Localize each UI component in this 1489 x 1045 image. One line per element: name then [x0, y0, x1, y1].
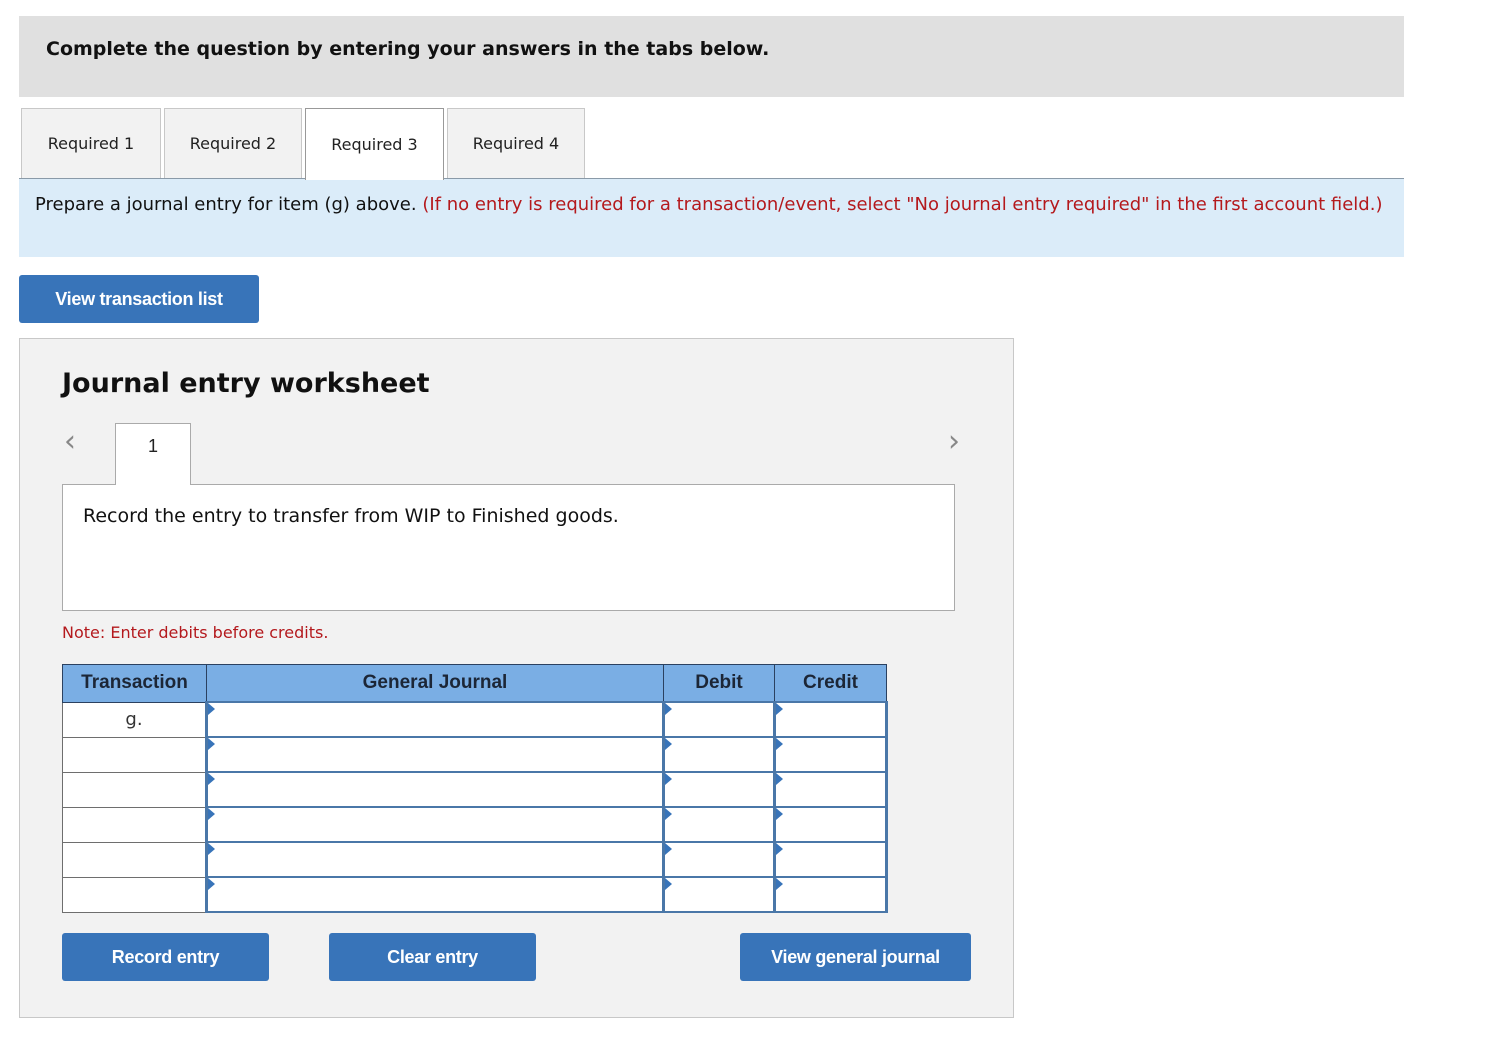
credit-input-cell	[773, 771, 888, 808]
cell-marker-icon	[208, 843, 215, 855]
cell-marker-icon	[776, 773, 783, 785]
account-input[interactable]	[208, 773, 662, 806]
debit-input-cell	[662, 806, 776, 843]
table-row: g.	[62, 701, 888, 738]
tab-required-2[interactable]: Required 2	[164, 108, 302, 178]
account-input[interactable]	[208, 878, 662, 911]
credit-input[interactable]	[776, 773, 885, 806]
cell-marker-icon	[208, 738, 215, 750]
account-input-cell	[205, 771, 665, 808]
account-input[interactable]	[208, 738, 662, 771]
credit-input-cell	[773, 736, 888, 773]
worksheet-title: Journal entry worksheet	[62, 368, 430, 399]
debit-input-cell	[662, 736, 776, 773]
account-input-cell	[205, 701, 665, 738]
cell-marker-icon	[776, 703, 783, 715]
debit-input[interactable]	[665, 843, 773, 876]
table-header-row: Transaction General Journal Debit Credit	[62, 664, 887, 703]
header-credit: Credit	[774, 664, 887, 703]
credit-input[interactable]	[776, 703, 885, 736]
debits-note: Note: Enter debits before credits.	[62, 623, 329, 642]
cell-marker-icon	[665, 843, 672, 855]
view-transaction-list-button[interactable]: View transaction list	[19, 275, 259, 323]
cell-marker-icon	[665, 703, 672, 715]
account-input-cell	[205, 841, 665, 878]
account-input-cell	[205, 806, 665, 843]
clear-entry-button[interactable]: Clear entry	[329, 933, 536, 981]
debit-input-cell	[662, 701, 776, 738]
debit-input[interactable]	[665, 738, 773, 771]
question-header: Complete the question by entering your a…	[19, 16, 1404, 97]
transaction-cell	[62, 841, 207, 878]
debit-input[interactable]	[665, 703, 773, 736]
cell-marker-icon	[665, 878, 672, 890]
cell-marker-icon	[665, 738, 672, 750]
debit-input[interactable]	[665, 773, 773, 806]
account-input-cell	[205, 736, 665, 773]
chevron-left-icon[interactable]: ‹	[64, 427, 76, 457]
table-row	[62, 841, 888, 878]
debit-input[interactable]	[665, 878, 773, 911]
cell-marker-icon	[665, 808, 672, 820]
cell-marker-icon	[208, 878, 215, 890]
entry-tab-1[interactable]: 1	[115, 423, 191, 485]
transaction-cell	[62, 736, 207, 773]
instructions-note: (If no entry is required for a transacti…	[422, 194, 1383, 215]
record-entry-button[interactable]: Record entry	[62, 933, 269, 981]
transaction-cell: g.	[62, 701, 207, 738]
debit-input-cell	[662, 841, 776, 878]
header-title: Complete the question by entering your a…	[46, 38, 770, 60]
credit-input[interactable]	[776, 878, 885, 911]
cell-marker-icon	[776, 808, 783, 820]
account-input-cell	[205, 876, 665, 913]
credit-input[interactable]	[776, 843, 885, 876]
credit-input[interactable]	[776, 738, 885, 771]
table-row	[62, 771, 888, 808]
cell-marker-icon	[208, 773, 215, 785]
cell-marker-icon	[776, 843, 783, 855]
credit-input-cell	[773, 876, 888, 913]
entry-description: Record the entry to transfer from WIP to…	[83, 505, 619, 527]
header-transaction: Transaction	[62, 664, 207, 703]
table-row	[62, 806, 888, 843]
header-general-journal: General Journal	[206, 664, 664, 703]
debit-input-cell	[662, 771, 776, 808]
tab-required-3[interactable]: Required 3	[305, 108, 444, 180]
instructions-box: Prepare a journal entry for item (g) abo…	[19, 179, 1404, 257]
tab-required-4[interactable]: Required 4	[447, 108, 585, 178]
account-input[interactable]	[208, 843, 662, 876]
instructions-text: Prepare a journal entry for item (g) abo…	[35, 194, 423, 215]
cell-marker-icon	[776, 878, 783, 890]
entry-description-box: Record the entry to transfer from WIP to…	[62, 484, 955, 611]
header-debit: Debit	[663, 664, 775, 703]
transaction-cell	[62, 771, 207, 808]
table-row	[62, 736, 888, 773]
cell-marker-icon	[776, 738, 783, 750]
journal-table: Transaction General Journal Debit Credit…	[62, 664, 888, 913]
cell-marker-icon	[208, 703, 215, 715]
credit-input-cell	[773, 701, 888, 738]
table-row	[62, 876, 888, 913]
debit-input-cell	[662, 876, 776, 913]
credit-input-cell	[773, 806, 888, 843]
transaction-cell	[62, 876, 207, 913]
credit-input[interactable]	[776, 808, 885, 841]
tab-required-1[interactable]: Required 1	[21, 108, 161, 178]
cell-marker-icon	[208, 808, 215, 820]
debit-input[interactable]	[665, 808, 773, 841]
view-general-journal-button[interactable]: View general journal	[740, 933, 971, 981]
cell-marker-icon	[665, 773, 672, 785]
account-input[interactable]	[208, 703, 662, 736]
credit-input-cell	[773, 841, 888, 878]
chevron-right-icon[interactable]: ›	[948, 427, 960, 457]
transaction-cell	[62, 806, 207, 843]
account-input[interactable]	[208, 808, 662, 841]
journal-entry-worksheet: Journal entry worksheet ‹ › 1 Record the…	[19, 338, 1014, 1018]
